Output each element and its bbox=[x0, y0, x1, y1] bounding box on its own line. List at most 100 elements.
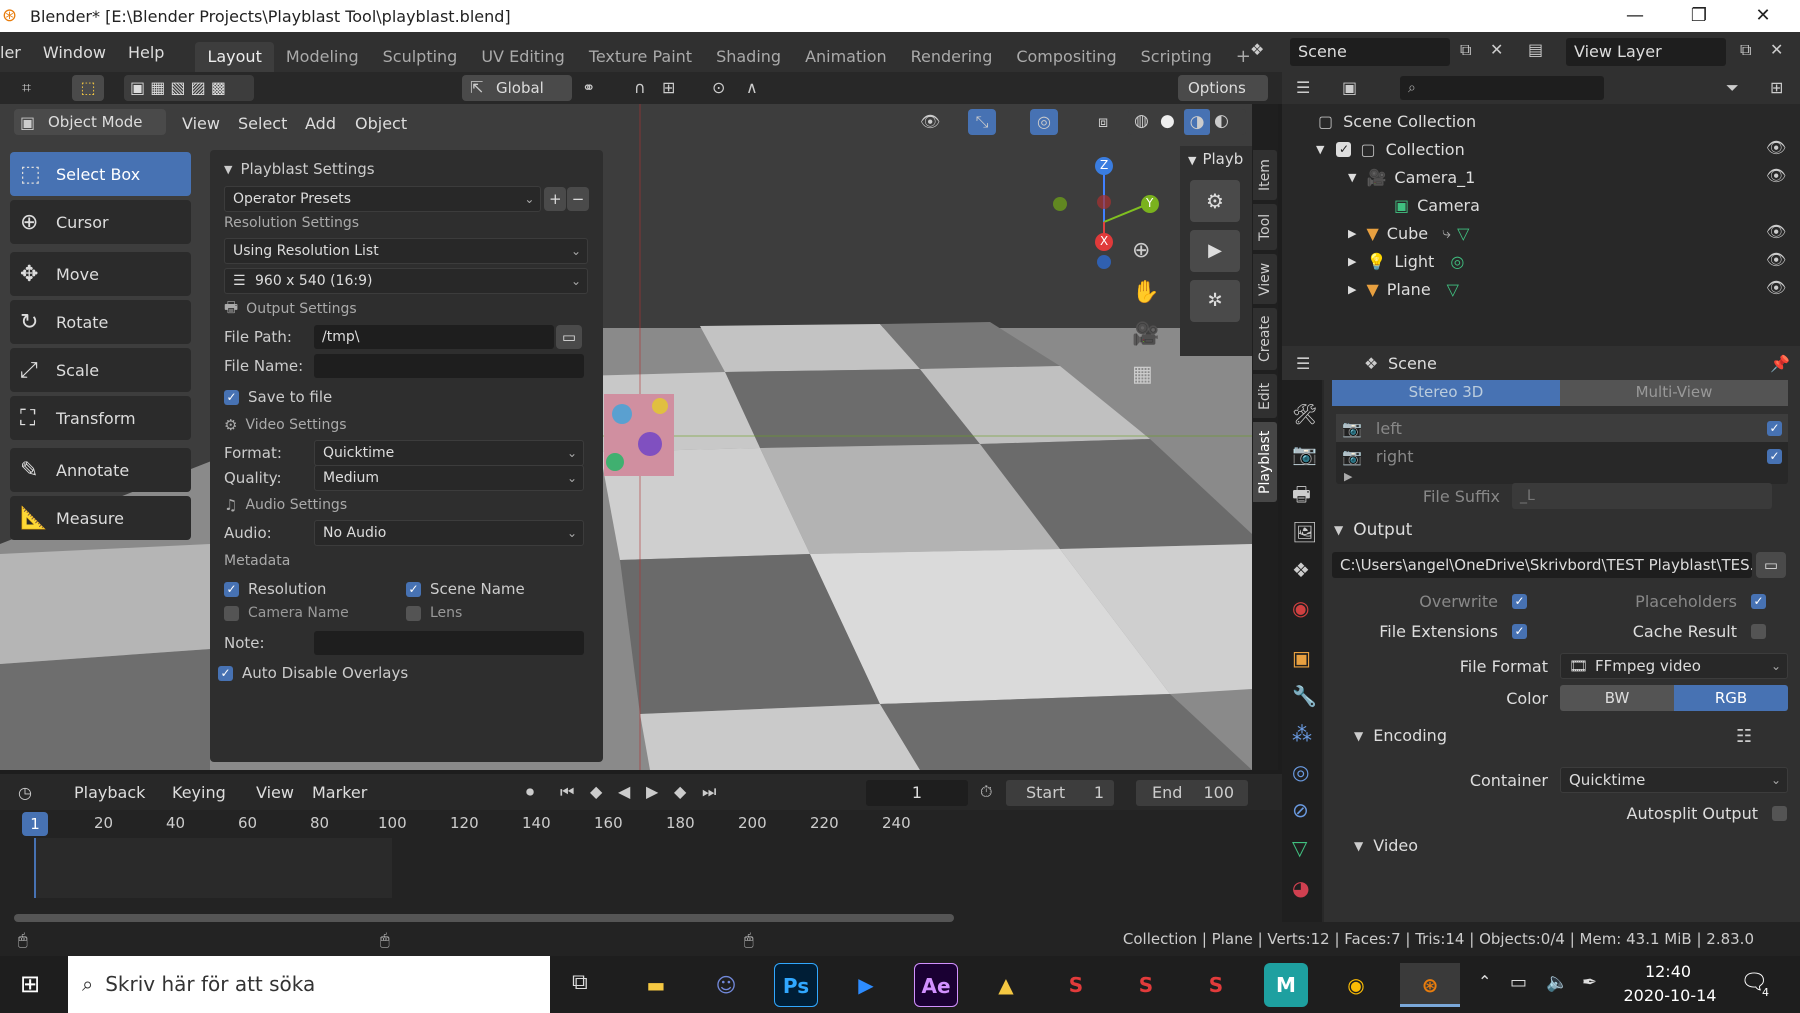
meta-lens-toggle[interactable]: ✓Lens bbox=[406, 605, 462, 621]
video-panel-header[interactable]: ▼ Video bbox=[1354, 836, 1418, 855]
tool-move[interactable]: ✥ Move bbox=[10, 252, 191, 296]
pen-icon[interactable]: ✒ bbox=[1582, 972, 1597, 993]
view-layer-field[interactable]: View Layer bbox=[1566, 38, 1726, 66]
tab-view[interactable]: View bbox=[1253, 254, 1277, 304]
tab-item[interactable]: Item bbox=[1253, 150, 1277, 200]
menu-marker[interactable]: Marker bbox=[312, 783, 367, 802]
meta-scene-name-checkbox[interactable]: ✓ bbox=[406, 581, 421, 597]
end-frame-field[interactable]: End 100 bbox=[1136, 780, 1248, 806]
task-view-icon[interactable]: ⧉ bbox=[572, 970, 588, 995]
meta-camera-name-checkbox[interactable]: ✓ bbox=[224, 605, 239, 621]
select-mode-icons[interactable]: ▣ ▦ ▧ ▨ ▩ bbox=[124, 75, 254, 101]
file-format-dropdown[interactable]: 🎞 FFmpeg video ⌄ bbox=[1560, 653, 1788, 679]
grid-view-icon[interactable]: ▦ bbox=[1132, 362, 1153, 387]
minimize-icon[interactable]: — bbox=[1606, 0, 1664, 32]
panel-header[interactable]: ▼ Playblast Settings bbox=[224, 156, 589, 182]
scene-icon[interactable]: ❖ bbox=[1250, 40, 1264, 59]
taskbar-search-input[interactable]: ⌕ Skriv här för att söka bbox=[68, 956, 550, 1013]
overwrite-checkbox[interactable]: ✓ bbox=[1512, 593, 1527, 609]
timeline-editor-icon[interactable]: ◷ bbox=[18, 783, 32, 802]
outliner-plane[interactable]: ▶ ▼ Plane ▽ bbox=[1348, 276, 1459, 302]
outliner-collection[interactable]: ▼ ✓ ▢ Collection bbox=[1316, 136, 1465, 162]
modifier-wrench-icon[interactable]: 🔧 bbox=[1292, 684, 1317, 708]
output-path-input[interactable]: C:\Users\angel\OneDrive\Skrivbord\TEST P… bbox=[1332, 552, 1752, 578]
menu-add[interactable]: Add bbox=[305, 114, 336, 133]
outliner-cube[interactable]: ▶ ▼ Cube ⤷ ▽ bbox=[1348, 220, 1469, 246]
blender-taskbar-icon[interactable]: ⊛ bbox=[1400, 963, 1460, 1007]
tab-layout[interactable]: Layout bbox=[195, 42, 274, 72]
n-panel-header[interactable]: ▼ Playb bbox=[1188, 150, 1243, 168]
options-dropdown[interactable]: Options bbox=[1178, 75, 1268, 101]
windows-start-icon[interactable]: ⊞ bbox=[20, 970, 40, 998]
scene-name-field[interactable]: Scene bbox=[1290, 38, 1450, 66]
tool-annotate[interactable]: ✎ Annotate bbox=[10, 448, 191, 492]
data-icon[interactable]: ▽ bbox=[1292, 836, 1307, 860]
tab-scripting[interactable]: Scripting bbox=[1129, 42, 1224, 72]
display-mode-icon[interactable]: ▣ bbox=[1342, 78, 1357, 97]
meta-camera-name-toggle[interactable]: ✓Camera Name bbox=[224, 605, 406, 621]
multi-view-toggle[interactable]: Multi-View bbox=[1560, 380, 1788, 406]
quality-dropdown[interactable]: Medium ⌄ bbox=[314, 465, 584, 491]
navigation-gizmo[interactable]: Z Y X bbox=[1044, 144, 1174, 274]
view-left-checkbox[interactable]: ✓ bbox=[1767, 420, 1782, 436]
tool-cursor[interactable]: ⊕ Cursor bbox=[10, 200, 191, 244]
new-scene-icon[interactable]: ⧉ bbox=[1460, 40, 1471, 60]
output-icon[interactable]: 🖶 bbox=[1292, 480, 1311, 514]
world-icon[interactable]: ◉ bbox=[1292, 596, 1309, 620]
particles-icon[interactable]: ⁂ bbox=[1292, 722, 1312, 746]
properties-editor-icon[interactable]: ☰ bbox=[1296, 354, 1310, 373]
tool-scale[interactable]: ⤢ Scale bbox=[10, 348, 191, 392]
menu-view[interactable]: View bbox=[182, 114, 220, 133]
tab-playblast[interactable]: Playblast bbox=[1253, 422, 1277, 502]
outliner-scene-collection[interactable]: ▢ Scene Collection bbox=[1318, 108, 1476, 134]
eye-icon[interactable]: 👁 bbox=[1766, 222, 1786, 241]
proportional-edit-icon[interactable]: ⊙ bbox=[712, 78, 725, 97]
delete-scene-icon[interactable]: ✕ bbox=[1490, 40, 1503, 59]
auto-disable-overlays-checkbox[interactable]: ✓ bbox=[218, 665, 233, 681]
folder-icon[interactable]: ▭ bbox=[556, 325, 582, 349]
object-mode-dropdown[interactable]: Object Mode bbox=[14, 109, 166, 135]
volume-icon[interactable]: 🔈 bbox=[1546, 972, 1568, 993]
remove-preset-button[interactable]: − bbox=[567, 187, 589, 211]
snap-target-icon[interactable]: ⊞ bbox=[662, 78, 675, 97]
encoding-panel-header[interactable]: ▼ Encoding bbox=[1354, 726, 1447, 745]
constraints-icon[interactable]: ⊘ bbox=[1292, 798, 1309, 822]
eye-icon[interactable]: 👁 bbox=[1766, 138, 1786, 157]
format-dropdown[interactable]: Quicktime ⌄ bbox=[314, 440, 584, 466]
new-view-layer-icon[interactable]: ⧉ bbox=[1740, 40, 1751, 60]
tool-settings-icon[interactable]: 🛠 bbox=[1292, 402, 1317, 426]
stopwatch-icon[interactable]: ⏱ bbox=[980, 782, 992, 802]
folder-icon[interactable]: ▭ bbox=[1756, 552, 1786, 578]
tab-rendering[interactable]: Rendering bbox=[899, 42, 1005, 72]
taskbar-date[interactable]: 2020-10-14 bbox=[1620, 986, 1720, 1005]
tab-compositing[interactable]: Compositing bbox=[1004, 42, 1128, 72]
substance-painter-icon[interactable]: S bbox=[1194, 963, 1238, 1007]
view-layer-icon[interactable]: ▤ bbox=[1528, 40, 1543, 59]
outliner-search-input[interactable]: ⌕ bbox=[1400, 76, 1604, 100]
current-frame-input[interactable]: 1 bbox=[866, 780, 968, 806]
add-preset-button[interactable]: + bbox=[544, 187, 567, 211]
eye-icon[interactable]: 👁 bbox=[1766, 250, 1786, 269]
after-effects-icon[interactable]: Ae bbox=[914, 963, 958, 1007]
pin-icon[interactable]: 📌 bbox=[1770, 354, 1790, 373]
container-dropdown[interactable]: Quicktime ⌄ bbox=[1560, 767, 1788, 793]
tab-edit[interactable]: Edit bbox=[1253, 374, 1277, 418]
prev-keyframe-icon[interactable]: ◆ bbox=[590, 782, 602, 801]
outliner-editor-icon[interactable]: ☰ bbox=[1296, 78, 1310, 97]
falloff-icon[interactable]: ∧ bbox=[746, 78, 758, 97]
taskbar-time[interactable]: 12:40 bbox=[1628, 962, 1708, 981]
tab-create[interactable]: Create bbox=[1253, 308, 1277, 370]
operator-presets-dropdown[interactable]: Operator Presets ⌄ bbox=[224, 186, 542, 212]
select-tool-icon[interactable]: ⬚ bbox=[72, 75, 104, 101]
shading-modes[interactable]: ◍ ● ◑ ◐ bbox=[1128, 109, 1246, 135]
network-icon[interactable]: ▭ bbox=[1510, 972, 1527, 993]
jump-start-icon[interactable]: ⏮ bbox=[560, 782, 574, 802]
next-keyframe-icon[interactable]: ◆ bbox=[674, 782, 686, 801]
eye-icon[interactable]: 👁 bbox=[1766, 278, 1786, 297]
zoom-icon[interactable]: ▶ bbox=[844, 963, 888, 1007]
material-icon[interactable]: ◕ bbox=[1292, 876, 1309, 900]
gizmo-toggle-icon[interactable]: ⤡ bbox=[968, 109, 996, 135]
menu-timeline-view[interactable]: View bbox=[256, 783, 294, 802]
overlay-toggle-icon[interactable]: ◎ bbox=[1030, 109, 1058, 135]
meta-scene-name-toggle[interactable]: ✓ Scene Name bbox=[406, 580, 525, 598]
